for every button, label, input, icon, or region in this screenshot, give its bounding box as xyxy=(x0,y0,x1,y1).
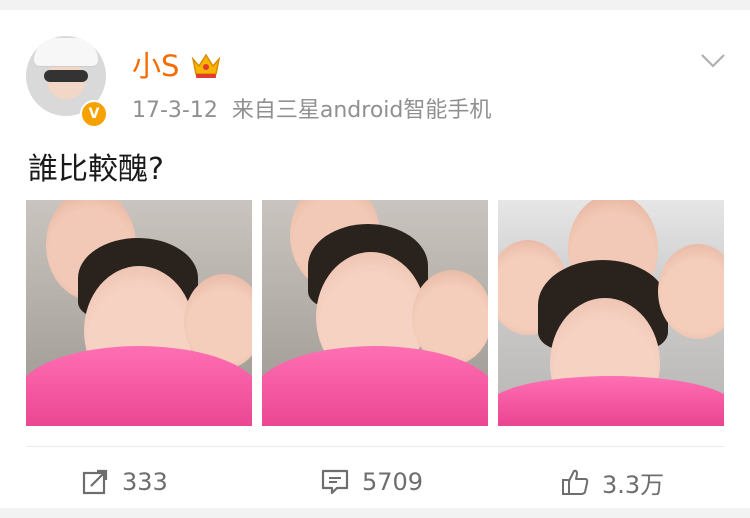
avatar-glasses xyxy=(44,70,88,82)
post-image-1[interactable] xyxy=(26,200,252,426)
like-count: 3.3万 xyxy=(602,470,665,499)
crown-icon xyxy=(191,53,221,78)
post-meta: 17-3-12 来自三星android智能手机 xyxy=(132,96,491,126)
repost-count: 333 xyxy=(122,468,168,496)
author-name[interactable]: 小S xyxy=(132,46,179,86)
like-button[interactable]: 3.3万 xyxy=(560,462,664,502)
image-shirt xyxy=(498,376,724,426)
avatar-hat xyxy=(34,38,98,66)
comment-count: 5709 xyxy=(362,468,424,496)
verified-badge-icon: V xyxy=(80,100,108,128)
post-text: 誰比較醜? xyxy=(28,152,164,187)
comment-icon xyxy=(321,469,349,495)
weibo-post-card: V 小S 17-3-12 来自三星android智能手机 誰比較醜? 333 5… xyxy=(0,10,750,508)
thumbs-up-icon xyxy=(562,469,589,495)
repost-icon xyxy=(82,469,108,495)
repost-button[interactable]: 333 xyxy=(80,462,168,502)
image-shirt xyxy=(26,346,252,426)
post-time: 17-3-12 xyxy=(132,98,218,123)
post-source: 来自三星android智能手机 xyxy=(231,98,492,123)
post-image-3[interactable] xyxy=(498,200,724,426)
post-image-2[interactable] xyxy=(262,200,488,426)
divider xyxy=(26,446,724,447)
image-shirt xyxy=(262,346,488,426)
comment-button[interactable]: 5709 xyxy=(320,462,423,502)
chevron-down-icon[interactable] xyxy=(700,52,726,70)
